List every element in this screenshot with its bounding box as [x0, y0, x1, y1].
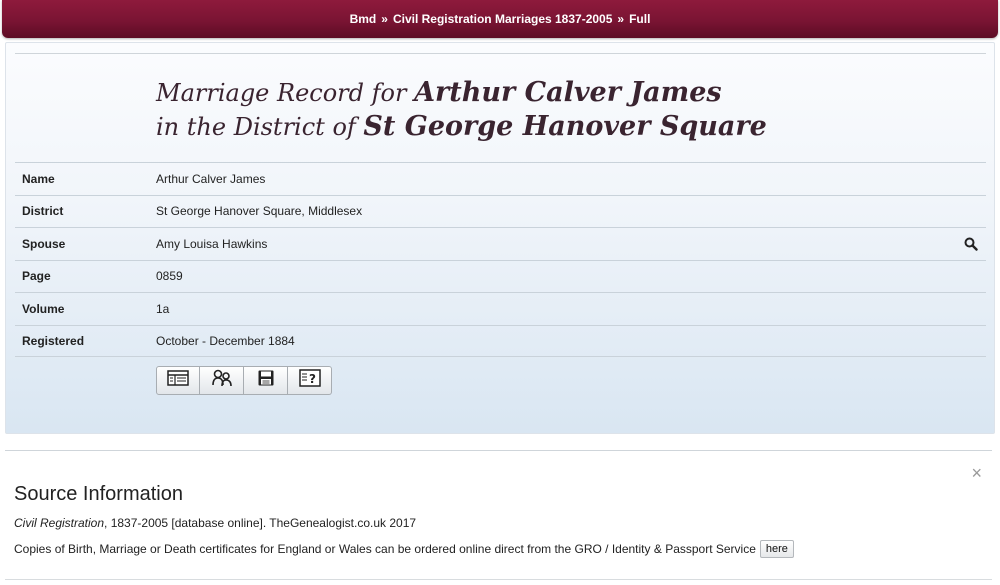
breadcrumb-item-full: Full	[629, 12, 651, 26]
table-row-name: Name Arthur Calver James	[15, 162, 986, 195]
link-people-icon	[211, 369, 233, 392]
search-icon[interactable]	[964, 237, 978, 251]
link-people-button[interactable]	[200, 366, 244, 395]
row-label: Volume	[22, 301, 65, 316]
source-citation: Civil Registration, 1837-2005 [database …	[14, 516, 416, 530]
certificate-copies-note: Copies of Birth, Marriage or Death certi…	[14, 540, 794, 558]
heading-prefix-1: Marriage Record for	[156, 79, 407, 107]
citation-title: Civil Registration	[14, 516, 105, 530]
save-icon	[257, 369, 275, 392]
heading-person-name: Arthur Calver James	[414, 77, 722, 108]
citation-details: , 1837-2005 [database online]. TheGeneal…	[104, 516, 417, 530]
table-row-registered: Registered October - December 1884	[15, 324, 986, 357]
row-value: 0859	[156, 269, 183, 284]
heading-district-name: St George Hanover Square	[363, 111, 767, 142]
transcript-icon	[167, 370, 189, 391]
close-icon[interactable]: ×	[971, 464, 982, 482]
breadcrumb-bar: Bmd » Civil Registration Marriages 1837-…	[2, 0, 998, 38]
row-label: Registered	[22, 333, 85, 348]
table-row-volume: Volume 1a	[15, 292, 986, 325]
row-label: Spouse	[22, 236, 66, 251]
row-value: 1a	[156, 301, 170, 316]
copies-text: Copies of Birth, Marriage or Death certi…	[14, 542, 756, 556]
save-button[interactable]	[244, 366, 288, 395]
breadcrumb-item-marriages[interactable]: Civil Registration Marriages 1837-2005	[392, 12, 613, 26]
table-row-page: Page 0859	[15, 259, 986, 293]
breadcrumb-separator: »	[381, 12, 388, 26]
row-label: District	[22, 204, 64, 219]
row-value: Amy Louisa Hawkins	[156, 236, 268, 251]
row-label: Page	[22, 269, 51, 284]
section-divider	[5, 450, 992, 451]
table-row-spouse: Spouse Amy Louisa Hawkins	[15, 227, 986, 260]
help-icon: ?	[298, 369, 321, 392]
breadcrumb-item-bmd[interactable]: Bmd	[349, 12, 378, 26]
transcript-button[interactable]	[156, 366, 200, 395]
row-value: Arthur Calver James	[156, 171, 266, 186]
source-title: Source Information	[14, 483, 183, 505]
here-button[interactable]: here	[759, 540, 794, 558]
help-button[interactable]: ?	[288, 366, 332, 395]
record-panel: Marriage Record for Arthur Calver James …	[5, 42, 995, 434]
panel-divider	[15, 53, 986, 54]
record-table: Name Arthur Calver James District St Geo…	[15, 162, 986, 357]
row-value: October - December 1884	[156, 333, 295, 348]
table-row-district: District St George Hanover Square, Middl…	[15, 194, 986, 228]
record-toolbar: ?	[156, 366, 332, 395]
heading-prefix-2: in the District of	[156, 113, 356, 141]
svg-text:?: ?	[309, 372, 316, 386]
row-label: Name	[22, 171, 55, 186]
record-heading: Marriage Record for Arthur Calver James …	[156, 76, 767, 144]
bottom-divider	[5, 579, 992, 580]
row-value: St George Hanover Square, Middlesex	[156, 204, 363, 219]
breadcrumb-separator: »	[617, 12, 625, 26]
